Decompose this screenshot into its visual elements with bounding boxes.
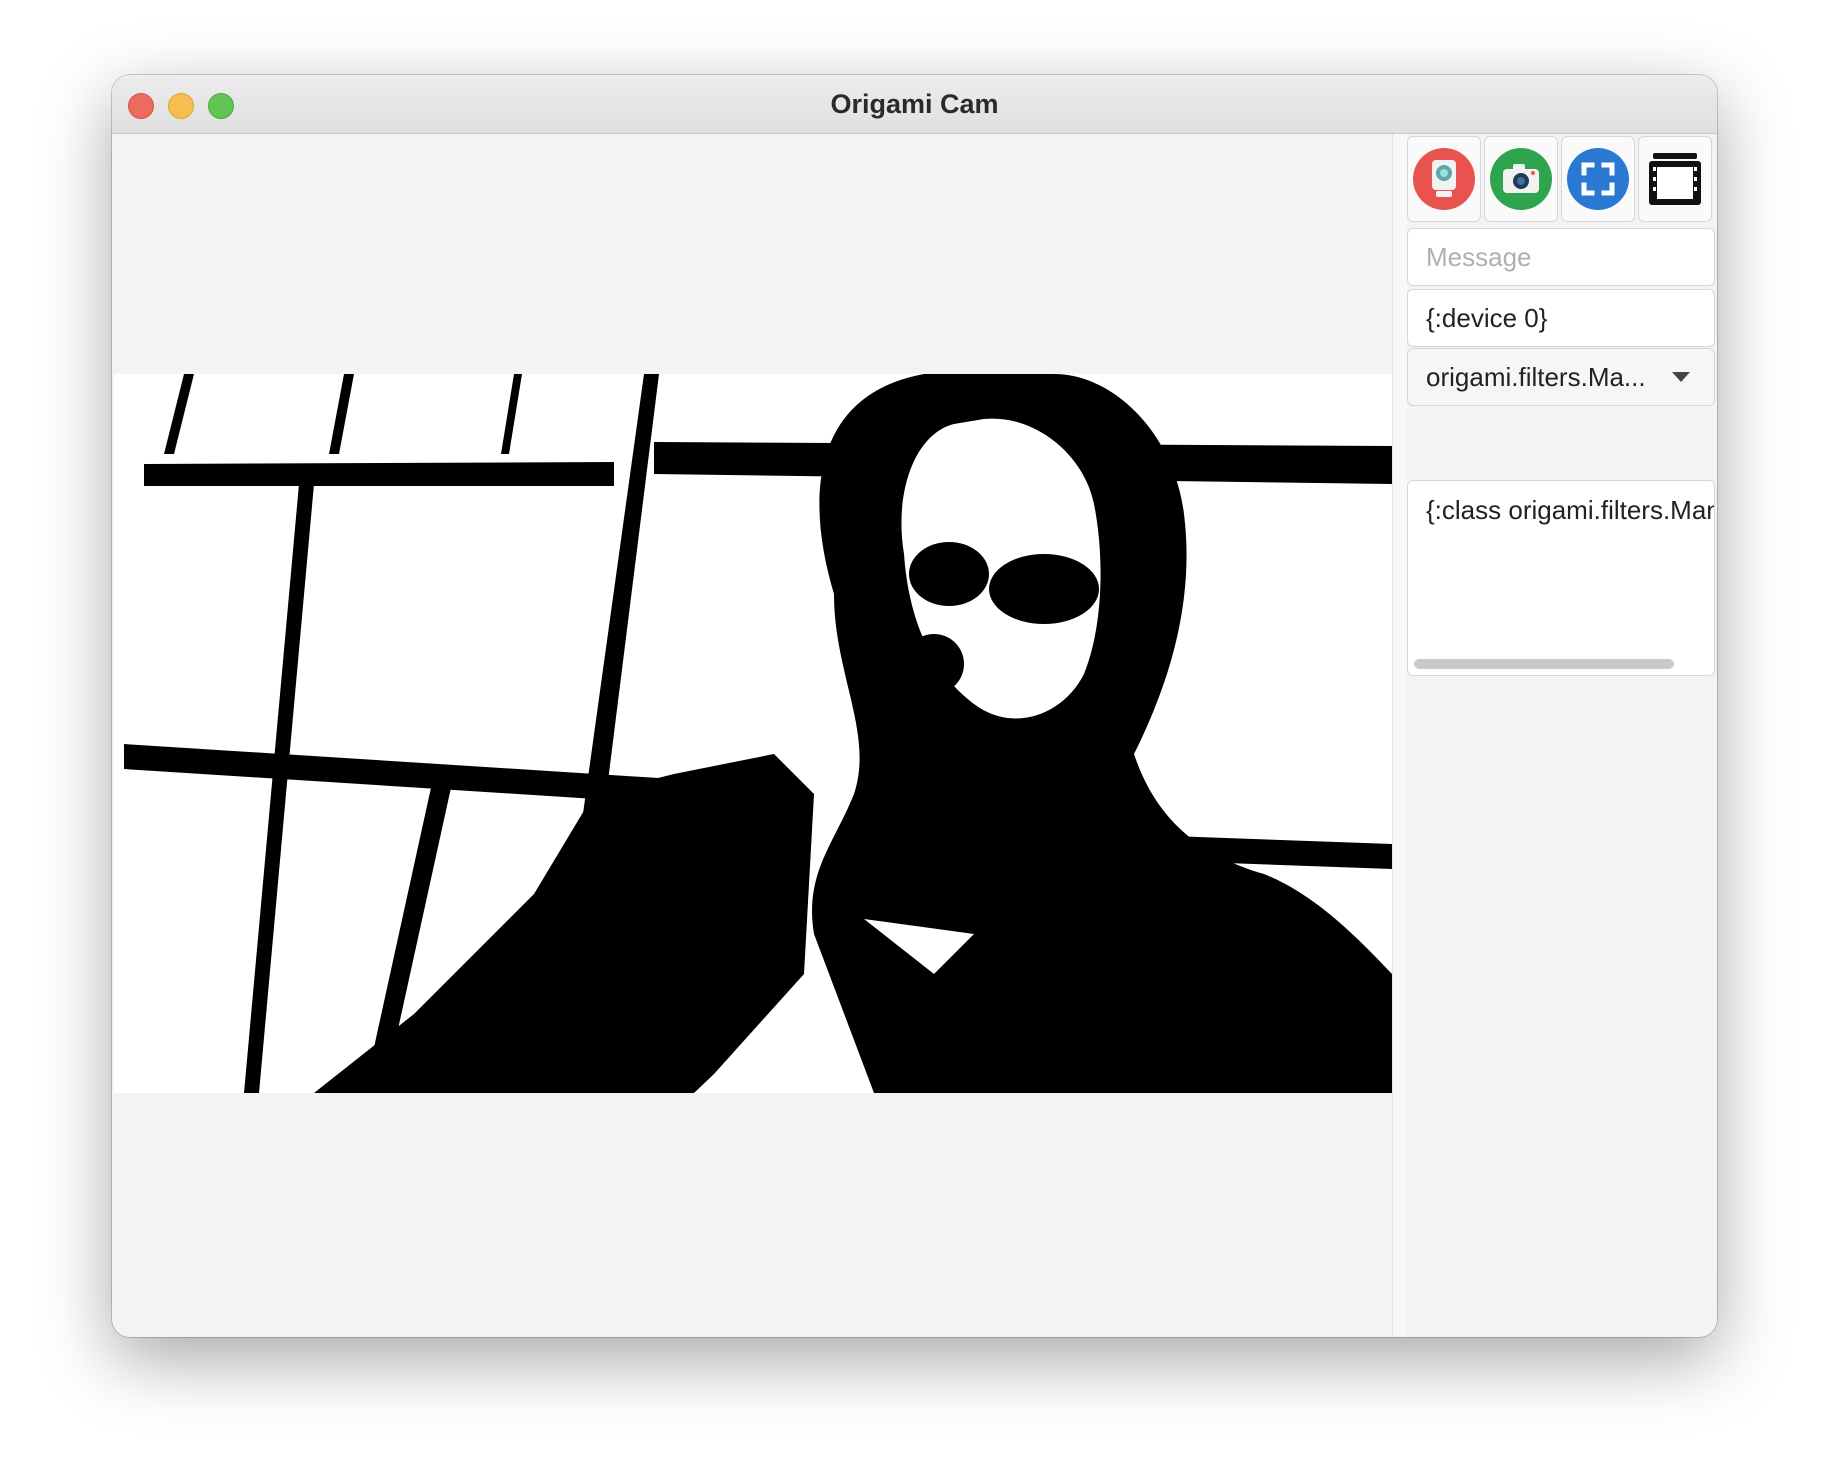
snapshot-button[interactable] <box>1484 136 1558 222</box>
record-video-button[interactable] <box>1638 136 1712 222</box>
toolbar <box>1407 136 1717 222</box>
filter-select[interactable]: origami.filters.Ma... <box>1407 348 1715 406</box>
pane-divider[interactable] <box>1392 134 1408 1337</box>
camera-icon <box>1490 148 1552 210</box>
camera-feed <box>114 374 1392 1093</box>
fullscreen-icon <box>1567 148 1629 210</box>
filter-select-value: origami.filters.Ma... <box>1426 361 1646 392</box>
webcam-icon <box>1413 148 1475 210</box>
filter-config-textarea[interactable]: {:class origami.filters.Manga <box>1407 480 1715 676</box>
control-sidebar: {:device 0} origami.filters.Ma... {:clas… <box>1407 134 1717 1337</box>
title-bar: Origami Cam <box>112 75 1717 134</box>
film-icon <box>1649 153 1701 205</box>
device-field[interactable]: {:device 0} <box>1407 289 1715 347</box>
fullscreen-button[interactable] <box>1561 136 1635 222</box>
video-area <box>112 134 1392 1337</box>
window-title: Origami Cam <box>830 89 999 119</box>
chevron-down-icon <box>1672 372 1690 382</box>
filter-config-text: {:class origami.filters.Manga <box>1426 495 1714 525</box>
device-field-value: {:device 0} <box>1426 303 1548 333</box>
horizontal-scrollbar[interactable] <box>1414 659 1674 669</box>
webcam-toggle-button[interactable] <box>1407 136 1481 222</box>
message-input[interactable] <box>1407 228 1715 286</box>
filtered-camera-image <box>114 374 1392 1093</box>
app-window: Origami Cam Message {:device 0} origami.… <box>112 75 1717 1337</box>
